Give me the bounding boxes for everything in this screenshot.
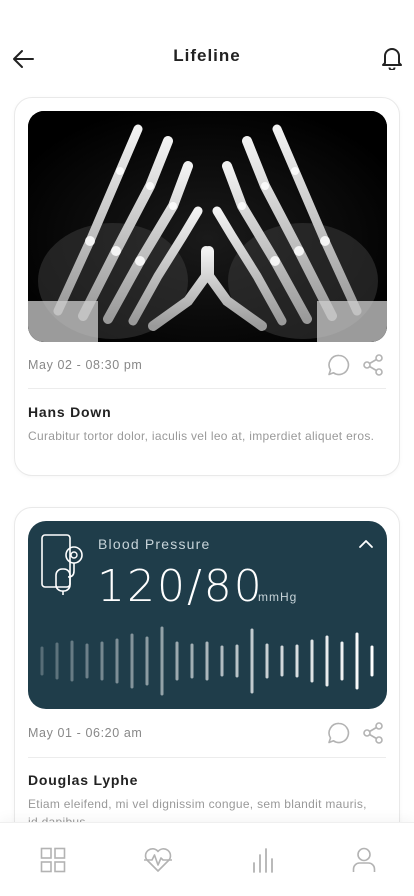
comment-button[interactable]	[326, 352, 352, 378]
xray-image	[28, 111, 387, 342]
bottom-tab-bar	[0, 822, 414, 896]
tab-statistics[interactable]	[248, 845, 278, 875]
comment-button[interactable]	[326, 720, 352, 746]
post-date: May 01 - 06:20 am	[28, 726, 143, 740]
reading-value: 120/80	[97, 561, 264, 612]
tab-health[interactable]	[143, 845, 173, 875]
share-button[interactable]	[360, 352, 386, 378]
notifications-button[interactable]	[380, 45, 404, 71]
collapse-button[interactable]	[355, 533, 377, 555]
chat-bubble-icon	[328, 722, 350, 744]
post-text: Curabitur tortor dolor, iaculis vel leo …	[28, 429, 375, 443]
divider	[28, 757, 386, 758]
share-button[interactable]	[360, 720, 386, 746]
heartbeat-icon	[144, 848, 172, 872]
share-icon	[363, 354, 383, 376]
divider	[28, 388, 386, 389]
post-author: Hans Down	[28, 404, 112, 420]
post-actions	[326, 720, 386, 746]
post-author: Douglas Lyphe	[28, 772, 139, 788]
bell-icon	[382, 48, 402, 70]
tab-dashboard[interactable]	[38, 845, 68, 875]
app-header: Lifeline	[0, 0, 414, 96]
bar-chart-icon	[253, 848, 273, 873]
blood-pressure-monitor-icon	[41, 534, 83, 595]
chevron-up-icon	[359, 540, 373, 548]
tab-profile[interactable]	[349, 845, 379, 875]
reading-label: Blood Pressure	[98, 536, 211, 552]
reading-waveform	[40, 626, 374, 696]
post-meta: May 01 - 06:20 am	[28, 720, 386, 746]
grid-icon	[40, 847, 66, 873]
user-icon	[352, 847, 376, 872]
page-title: Lifeline	[173, 46, 241, 65]
post-date: May 02 - 08:30 pm	[28, 358, 143, 372]
reading-unit: mmHg	[258, 590, 298, 604]
post-card[interactable]: May 02 - 08:30 pm Hans Down Curabitur to…	[14, 97, 400, 476]
post-actions	[326, 352, 386, 378]
post-meta: May 02 - 08:30 pm	[28, 352, 386, 378]
chat-bubble-icon	[328, 354, 350, 376]
post-card[interactable]: Blood Pressure 120/80 mmHg May 01 - 06:2…	[14, 507, 400, 847]
blood-pressure-panel[interactable]: Blood Pressure 120/80 mmHg	[28, 521, 387, 709]
share-icon	[363, 722, 383, 744]
